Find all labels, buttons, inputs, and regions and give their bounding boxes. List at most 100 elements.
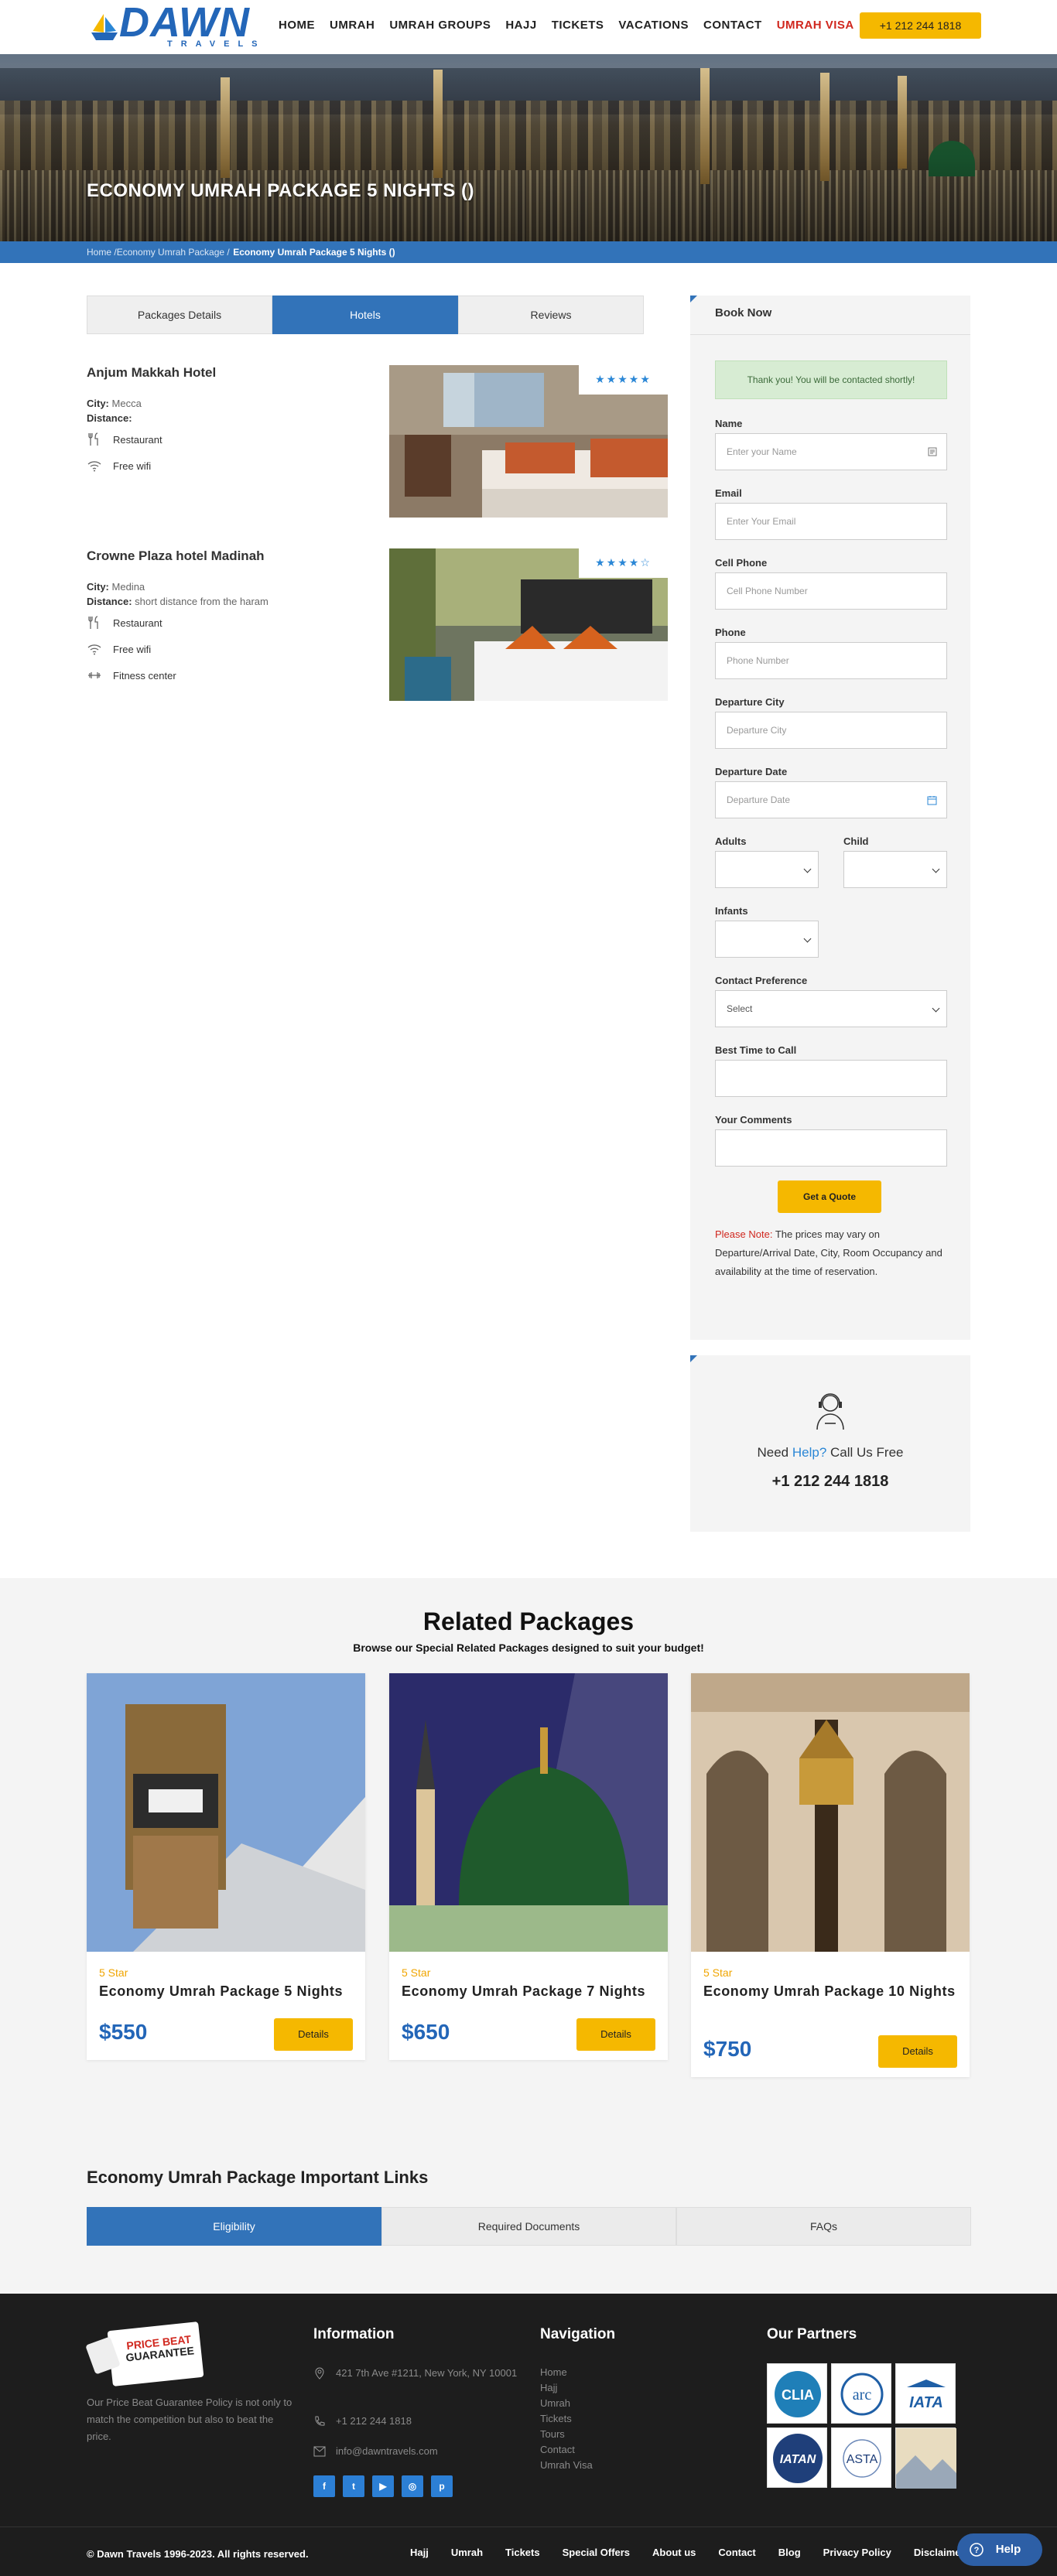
breadcrumb-parent[interactable]: Economy Umrah Package [117,247,224,258]
tab-eligibility[interactable]: Eligibility [87,2207,381,2246]
nav-umrah[interactable]: UMRAH [330,19,375,32]
footer-nav-umrah[interactable]: Umrah [540,2396,593,2411]
svg-text:IATAN: IATAN [780,2453,816,2466]
site-footer: PRICE BEAT GUARANTEE Our Price Beat Guar… [0,2294,1057,2576]
tab-required-documents[interactable]: Required Documents [381,2207,676,2246]
child-select[interactable] [843,851,947,888]
breadcrumb-home[interactable]: Home [87,247,111,258]
bottom-nav-hajj[interactable]: Hajj [410,2547,429,2558]
help-button-label: Help [995,2543,1021,2556]
nav-tickets[interactable]: TICKETS [552,19,604,32]
best-time-field[interactable] [715,1060,947,1097]
bottom-nav-about-us[interactable]: About us [652,2547,696,2558]
contact-preference-select[interactable]: Select [715,990,947,1027]
departure-city-field[interactable]: Departure City [715,712,947,749]
nav-home[interactable]: HOME [279,19,315,32]
email-label: Email [715,487,742,499]
instagram-icon[interactable]: ◎ [402,2475,423,2497]
bottom-nav-privacy-policy[interactable]: Privacy Policy [823,2547,891,2558]
tab-faqs[interactable]: FAQs [676,2207,971,2246]
footer-phone[interactable]: +1 212 244 1818 [336,2413,412,2430]
wifi-icon [87,461,101,472]
adults-select[interactable] [715,851,819,888]
svg-text:IATA: IATA [909,2394,943,2411]
divider [690,334,970,335]
site-header: DAWN TRAVELS HOME UMRAH UMRAH GROUPS HAJ… [0,0,1057,54]
infants-select[interactable] [715,921,819,958]
phone-icon [315,2416,325,2426]
help-phone[interactable]: +1 212 244 1818 [690,1473,970,1491]
logo-subtitle: TRAVELS [167,39,266,49]
bottom-nav-special-offers[interactable]: Special Offers [563,2547,630,2558]
nav-umrah-groups[interactable]: UMRAH GROUPS [389,19,491,32]
package-card[interactable]: 5 Star Economy Umrah Package 7 Nights $6… [389,1673,668,2060]
tab-hotels[interactable]: Hotels [272,296,458,334]
mail-icon [313,2446,326,2457]
restaurant-icon [88,432,98,446]
details-button[interactable]: Details [878,2035,957,2068]
tab-reviews[interactable]: Reviews [458,296,644,334]
tab-packages-details[interactable]: Packages Details [87,296,272,334]
nav-vacations[interactable]: VACATIONS [618,19,689,32]
card-title[interactable]: Economy Umrah Package 7 Nights [402,1983,657,2000]
cell-phone-label: Cell Phone [715,557,768,569]
header-phone-button[interactable]: +1 212 244 1818 [860,12,981,39]
footer-nav-home[interactable]: Home [540,2365,593,2380]
help-box: Need Help? Call Us Free +1 212 244 1818 [690,1355,970,1532]
footer-nav-contact[interactable]: Contact [540,2442,593,2458]
svg-text:CLIA: CLIA [782,2387,814,2403]
bottom-nav-blog[interactable]: Blog [778,2547,801,2558]
details-button[interactable]: Details [576,2018,655,2051]
nav-hajj[interactable]: HAJJ [505,19,536,32]
site-logo[interactable]: DAWN TRAVELS [87,0,266,50]
partner-logo [895,2427,956,2489]
bottom-nav-tickets[interactable]: Tickets [505,2547,540,2558]
card-title[interactable]: Economy Umrah Package 5 Nights [99,1983,354,2000]
cell-phone-field[interactable]: Cell Phone Number [715,572,947,610]
hero-banner [0,54,1057,241]
iatan-logo: IATAN [767,2427,827,2488]
booking-form: Book Now Thank you! You will be contacte… [690,296,970,1340]
breadcrumb-current: Economy Umrah Package 5 Nights () [233,247,395,258]
footer-nav-tours[interactable]: Tours [540,2427,593,2442]
star-rating: ★★★★★ [579,365,668,395]
comments-textarea[interactable] [715,1129,947,1167]
package-image [389,1673,668,1952]
dumbbell-icon [88,672,101,678]
nav-contact[interactable]: CONTACT [703,19,762,32]
youtube-icon[interactable]: ▶ [372,2475,394,2497]
footer-nav-title: Navigation [540,2326,616,2342]
hotel-distance: Distance: short distance from the haram [87,596,269,607]
corner-accent [690,296,697,302]
name-field[interactable]: Enter your Name [715,433,947,470]
card-price: $650 [402,2020,450,2044]
package-card[interactable]: 5 Star Economy Umrah Package 10 Nights $… [691,1673,970,2077]
footer-nav-hajj[interactable]: Hajj [540,2380,593,2396]
svg-text:?: ? [974,2546,980,2555]
email-field[interactable]: Enter Your Email [715,503,947,540]
pinterest-icon[interactable]: p [431,2475,453,2497]
get-quote-button[interactable]: Get a Quote [778,1180,881,1213]
bottom-nav-umrah[interactable]: Umrah [451,2547,483,2558]
hotel-photo: ★★★★☆ [389,548,668,701]
bottom-nav-contact[interactable]: Contact [718,2547,755,2558]
nav-umrah-visa[interactable]: UMRAH VISA [777,19,854,32]
green-dome-image [389,1673,668,1952]
package-card[interactable]: 5 Star Economy Umrah Package 5 Nights $5… [87,1673,365,2060]
details-button[interactable]: Details [274,2018,353,2051]
card-rating: 5 Star [703,1966,733,1979]
departure-date-field[interactable]: Departure Date [715,781,947,818]
breadcrumb-separator: / [111,247,117,258]
twitter-icon[interactable]: t [343,2475,364,2497]
footer-info-title: Information [313,2326,395,2342]
facebook-icon[interactable]: f [313,2475,335,2497]
help-chat-button[interactable]: ? Help [957,2533,1042,2566]
phone-field[interactable]: Phone Number [715,642,947,679]
footer-nav-tickets[interactable]: Tickets [540,2411,593,2427]
main-nav: HOME UMRAH UMRAH GROUPS HAJJ TICKETS VAC… [279,19,869,32]
card-rating: 5 Star [402,1966,431,1979]
footer-nav-umrah-visa[interactable]: Umrah Visa [540,2458,593,2473]
price-beat-text: Our Price Beat Guarantee Policy is not o… [87,2397,292,2442]
card-title[interactable]: Economy Umrah Package 10 Nights [703,1983,959,2000]
footer-email[interactable]: info@dawntravels.com [336,2443,438,2460]
